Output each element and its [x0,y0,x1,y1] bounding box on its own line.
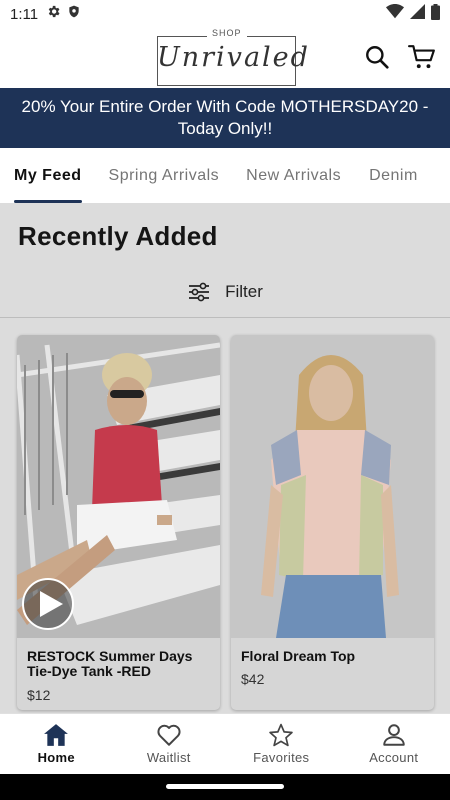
status-time: 1:11 [10,5,39,23]
play-icon[interactable] [21,577,75,631]
heart-icon [157,724,181,746]
tab-new-arrivals[interactable]: New Arrivals [246,148,341,203]
product-card[interactable]: Floral Dream Top $42 [231,335,434,710]
star-icon [269,723,294,747]
feed-content[interactable]: Recently Added Filter RESTOCK Summer Day… [0,203,450,713]
battery-icon [431,3,440,25]
nav-label: Waitlist [146,750,191,765]
search-button[interactable] [362,42,392,72]
product-image[interactable] [231,335,434,638]
logo-shop-text: SHOP [207,28,247,38]
nav-label: Favorites [253,750,310,765]
product-price: $42 [241,671,265,687]
settings-icon [46,4,61,24]
promo-text: 20% Your Entire Order With Code MOTHERSD… [21,97,429,138]
tab-spring-arrivals[interactable]: Spring Arrivals [109,148,220,203]
product-name: RESTOCK Summer Days Tie-Dye Tank -RED [27,648,193,679]
nav-account[interactable]: Account [338,714,450,774]
shield-icon [67,4,81,24]
brand-logo[interactable]: SHOP Unrivaled [157,28,310,86]
tab-label: Spring Arrivals [108,166,220,184]
signal-icon [410,4,425,24]
product-name: Floral Dream Top [241,648,356,664]
tab-denim[interactable]: Denim [369,148,418,203]
divider [0,317,450,318]
filter-label: Filter [225,282,263,301]
tab-label: Denim [369,166,418,184]
filter-icon [189,282,210,302]
home-icon [44,724,69,746]
category-tabs: My Feed Spring Arrivals New Arrivals Den… [0,148,450,203]
home-gesture-pill[interactable] [166,784,284,789]
promo-banner[interactable]: 20% Your Entire Order With Code MOTHERSD… [0,88,450,148]
status-bar: 1:11 [0,0,450,28]
tab-my-feed[interactable]: My Feed [14,148,82,203]
system-nav-bar [0,774,450,800]
wifi-icon [386,4,404,24]
search-icon [366,46,389,69]
app-header: SHOP Unrivaled [0,28,450,88]
nav-waitlist[interactable]: Waitlist [113,714,226,774]
cart-button[interactable] [407,42,437,72]
tab-label: New Arrivals [246,166,342,184]
nav-home[interactable]: Home [0,714,113,774]
bottom-nav: Home Waitlist Favorites Account [0,713,450,774]
filter-button[interactable]: Filter [0,269,450,315]
logo-script-text: Unrivaled [157,42,310,73]
section-title: Recently Added [18,221,218,251]
nav-label: Account [369,750,419,765]
tab-label: My Feed [14,166,82,184]
nav-favorites[interactable]: Favorites [225,714,338,774]
product-card[interactable]: RESTOCK Summer Days Tie-Dye Tank -RED $1… [17,335,220,710]
product-price: $12 [27,687,51,703]
cart-icon [408,45,435,69]
account-icon [383,724,405,746]
nav-label: Home [37,750,75,765]
